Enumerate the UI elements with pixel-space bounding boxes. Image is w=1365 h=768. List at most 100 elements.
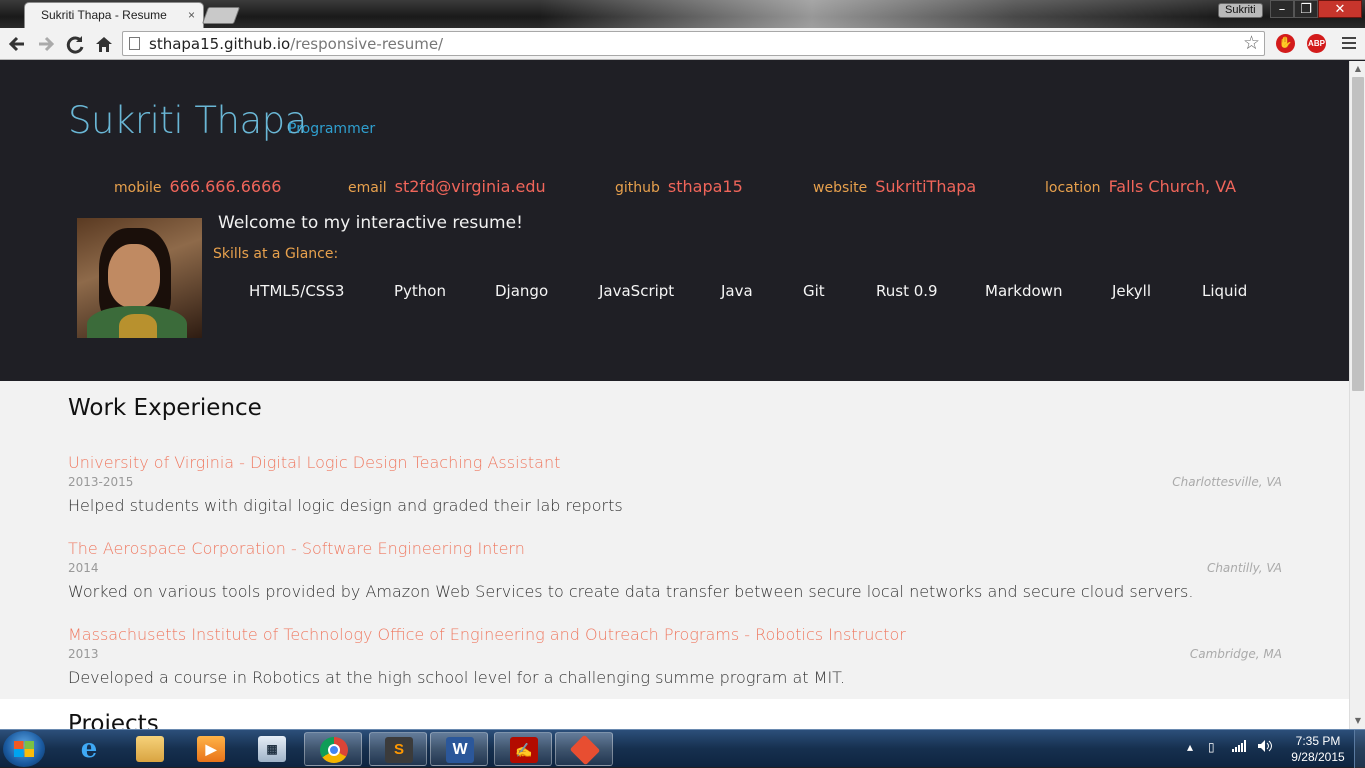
contact-label: github — [615, 180, 660, 196]
page-icon — [129, 37, 140, 50]
contact-value[interactable]: 666.666.6666 — [169, 177, 281, 196]
job-description: Developed a course in Robotics at the hi… — [68, 668, 846, 687]
adblock-icon[interactable]: ABP — [1307, 34, 1326, 53]
media-player-taskbar-icon[interactable]: ▶ — [182, 732, 240, 766]
git-icon — [569, 734, 601, 766]
projects-section: Projects — [0, 699, 1349, 729]
word-icon: W — [446, 737, 474, 763]
job-location: Cambridge, MA — [1189, 647, 1282, 661]
contact-email: email st2fd@virginia.edu — [348, 177, 546, 196]
resume-role: Programmer — [288, 121, 376, 137]
browser-toolbar: sthapa15.github.io/responsive-resume/ ☆ … — [0, 28, 1365, 60]
contact-value[interactable]: SukritiThapa — [875, 177, 976, 196]
media-player-icon: ▶ — [197, 736, 225, 762]
job-location: Chantilly, VA — [1206, 561, 1282, 575]
folder-icon — [136, 736, 164, 762]
welcome-message: Welcome to my interactive resume! — [218, 213, 523, 233]
contact-label: email — [348, 180, 387, 196]
tab-close-icon[interactable]: × — [188, 8, 195, 22]
forward-arrow-icon[interactable] — [35, 33, 57, 55]
url-host: sthapa15.github.io — [149, 35, 291, 53]
titlebar-glare — [540, 0, 1220, 28]
job-dates: 2013-2015 — [68, 475, 134, 489]
section-title: Work Experience — [68, 395, 262, 421]
system-clock[interactable]: 7:35 PM 9/28/2015 — [1286, 733, 1350, 765]
home-icon[interactable] — [93, 33, 115, 55]
scroll-up-icon[interactable]: ▲ — [1350, 61, 1365, 77]
word-taskbar-icon[interactable]: W — [430, 732, 488, 766]
device-icon[interactable]: ▯ — [1208, 740, 1215, 754]
internet-explorer-taskbar-icon[interactable]: e — [60, 732, 118, 766]
new-tab-button[interactable] — [201, 7, 241, 24]
contact-mobile: mobile 666.666.6666 — [114, 177, 281, 196]
scroll-thumb[interactable] — [1352, 77, 1364, 391]
skill-item: Jekyll — [1112, 282, 1152, 300]
menu-icon[interactable] — [1340, 34, 1358, 52]
internet-explorer-icon: e — [80, 734, 98, 764]
sublime-text-taskbar-icon[interactable]: S — [369, 732, 427, 766]
scroll-down-icon[interactable]: ▼ — [1350, 713, 1365, 729]
contact-value[interactable]: sthapa15 — [668, 177, 743, 196]
skill-item: Git — [803, 282, 825, 300]
url-path: /responsive-resume/ — [290, 35, 444, 53]
contact-value: Falls Church, VA — [1108, 177, 1237, 196]
skill-item: Python — [394, 282, 446, 300]
start-button[interactable] — [3, 731, 45, 767]
windows-taskbar: e ▶ ▦ S W ✍ ▴ ▯ 7:35 PM 9/28/2015 — [0, 729, 1365, 768]
contact-value[interactable]: st2fd@virginia.edu — [395, 177, 546, 196]
job-title[interactable]: The Aerospace Corporation - Software Eng… — [68, 539, 525, 558]
chrome-taskbar-icon[interactable] — [304, 732, 362, 766]
address-bar[interactable]: sthapa15.github.io/responsive-resume/ ☆ — [122, 31, 1265, 56]
job-title[interactable]: Massachusetts Institute of Technology Of… — [68, 625, 906, 644]
maximize-icon[interactable]: ❐ — [1294, 0, 1318, 18]
job-location: Charlottesville, VA — [1172, 475, 1282, 489]
volume-icon[interactable] — [1258, 740, 1272, 755]
calculator-icon: ▦ — [258, 736, 286, 762]
skill-item: Liquid — [1202, 282, 1248, 300]
skills-title: Skills at a Glance: — [213, 246, 339, 262]
skill-item: Java — [721, 282, 753, 300]
job-dates: 2014 — [68, 561, 99, 575]
job-dates: 2013 — [68, 647, 99, 661]
profile-button[interactable]: Sukriti — [1218, 3, 1263, 18]
show-hidden-icons-icon[interactable]: ▴ — [1187, 740, 1193, 754]
network-signal-icon[interactable] — [1232, 740, 1246, 755]
skill-item: Django — [495, 282, 549, 300]
resume-name: Sukriti Thapa — [68, 99, 307, 142]
job-description: Worked on various tools provided by Amaz… — [68, 582, 1194, 601]
profile-photo — [77, 218, 202, 338]
page-scrollbar[interactable]: ▲ ▼ — [1349, 61, 1365, 729]
file-explorer-taskbar-icon[interactable] — [121, 732, 179, 766]
sublime-text-icon: S — [385, 737, 413, 763]
url-text[interactable]: sthapa15.github.io/responsive-resume/ — [149, 35, 443, 53]
star-icon[interactable]: ☆ — [1243, 32, 1260, 54]
close-window-icon[interactable]: ✕ — [1318, 0, 1362, 18]
contact-label: mobile — [114, 180, 162, 196]
calculator-taskbar-icon[interactable]: ▦ — [243, 732, 301, 766]
contact-label: website — [813, 180, 868, 196]
skill-item: Rust 0.9 — [876, 282, 938, 300]
contact-location: location Falls Church, VA — [1045, 177, 1236, 196]
acrobat-taskbar-icon[interactable]: ✍ — [494, 732, 552, 766]
contact-label: location — [1045, 180, 1101, 196]
contact-website: website SukritiThapa — [813, 177, 976, 196]
page-viewport: Sukriti Thapa Programmer mobile 666.666.6… — [0, 61, 1349, 729]
section-title: Projects — [68, 711, 159, 729]
job-title[interactable]: University of Virginia - Digital Logic D… — [68, 453, 560, 472]
reload-icon[interactable] — [64, 33, 86, 55]
back-arrow-icon[interactable] — [6, 33, 28, 55]
skill-item: Markdown — [985, 282, 1063, 300]
clock-date: 9/28/2015 — [1291, 750, 1345, 764]
clock-time: 7:35 PM — [1295, 734, 1341, 748]
browser-tab[interactable]: Sukriti Thapa - Resume × — [24, 2, 204, 28]
skill-item: JavaScript — [599, 282, 675, 300]
git-taskbar-icon[interactable] — [555, 732, 613, 766]
stop-extension-icon[interactable]: ✋ — [1276, 34, 1295, 53]
show-desktop-button[interactable] — [1354, 730, 1365, 768]
minimize-icon[interactable]: – — [1270, 0, 1294, 18]
work-experience-section: Work Experience University of Virginia -… — [0, 381, 1349, 699]
chrome-icon — [320, 737, 348, 763]
browser-titlebar: Sukriti Thapa - Resume × Sukriti – ❐ ✕ — [0, 0, 1365, 28]
skill-item: HTML5/CSS3 — [249, 282, 345, 300]
contact-github: github sthapa15 — [615, 177, 743, 196]
